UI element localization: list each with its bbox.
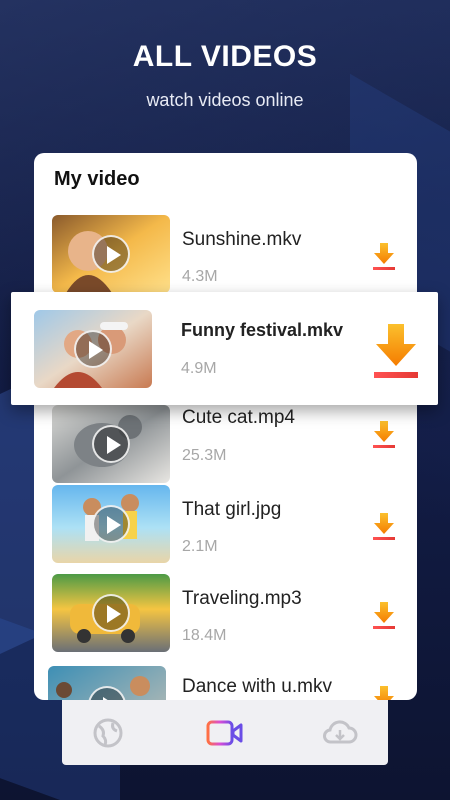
video-title: Dance with u.mkv: [182, 676, 332, 697]
list-item[interactable]: Cute cat.mp4 25.3M: [34, 405, 417, 485]
video-size: 25.3M: [182, 447, 227, 464]
video-title: Cute cat.mp4: [182, 407, 295, 428]
download-icon[interactable]: [373, 513, 395, 541]
video-size: 4.9M: [181, 360, 217, 377]
video-title: Traveling.mp3: [182, 588, 302, 609]
bottom-tab-bar: [62, 700, 388, 765]
list-item[interactable]: Dance with u.mkv: [34, 666, 417, 700]
video-thumbnail[interactable]: [34, 310, 152, 388]
play-icon[interactable]: [92, 594, 130, 632]
download-icon[interactable]: [373, 602, 395, 630]
list-item[interactable]: That girl.jpg 2.1M: [34, 485, 417, 565]
page-title: ALL VIDEOS: [132, 40, 318, 73]
play-icon[interactable]: [92, 425, 130, 463]
play-icon[interactable]: [92, 505, 130, 543]
list-item[interactable]: Sunshine.mkv 4.3M: [34, 215, 417, 295]
video-list-card: My video Sunshine.mkv 4.3M Cute cat.mp4 …: [34, 153, 417, 700]
video-size: 4.3M: [182, 268, 218, 285]
video-thumbnail[interactable]: [52, 215, 170, 293]
highlighted-list-item[interactable]: Funny festival.mkv 4.9M: [11, 292, 438, 405]
video-thumbnail[interactable]: [52, 485, 170, 563]
video-thumbnail[interactable]: [48, 666, 166, 700]
download-icon[interactable]: [373, 243, 395, 271]
video-title: That girl.jpg: [182, 499, 282, 520]
video-camera-icon[interactable]: [206, 718, 244, 748]
download-icon[interactable]: [374, 324, 418, 380]
cloud-download-icon[interactable]: [322, 718, 358, 748]
download-icon[interactable]: [373, 421, 395, 449]
page-subtitle: watch videos online: [146, 90, 304, 110]
card-title: My video: [54, 168, 140, 190]
video-size: 18.4M: [182, 627, 227, 644]
download-icon[interactable]: [373, 686, 395, 700]
play-icon[interactable]: [74, 330, 112, 368]
video-title: Funny festival.mkv: [181, 320, 344, 340]
video-size: 2.1M: [182, 538, 218, 555]
video-thumbnail[interactable]: [52, 574, 170, 652]
video-thumbnail[interactable]: [52, 405, 170, 483]
video-title: Sunshine.mkv: [182, 229, 302, 250]
globe-icon[interactable]: [91, 718, 125, 748]
list-item[interactable]: Traveling.mp3 18.4M: [34, 574, 417, 654]
play-icon[interactable]: [92, 235, 130, 273]
header: ALL VIDEOS watch videos online: [0, 40, 450, 111]
